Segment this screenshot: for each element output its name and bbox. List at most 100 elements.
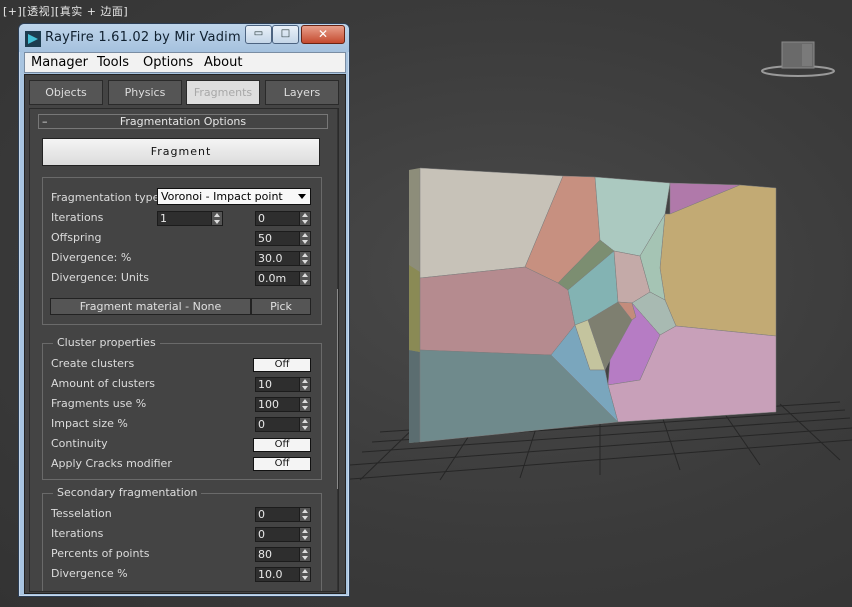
secondary-divergence-spinner[interactable]: 10.0 bbox=[255, 567, 311, 582]
tab-strip: Objects Physics Fragments Layers bbox=[29, 80, 341, 106]
secondary-iterations-value: 0 bbox=[258, 528, 265, 541]
secondary-group: Secondary fragmentation Tesselation 0 It… bbox=[42, 486, 322, 591]
iterations-label: Iterations bbox=[51, 211, 104, 224]
frag-type-value: Voronoi - Impact point bbox=[161, 190, 283, 203]
viewport-label[interactable]: [+][透视][真实 + 边面] bbox=[3, 3, 128, 19]
spinner-arrows-icon[interactable] bbox=[299, 568, 310, 581]
spinner-arrows-icon[interactable] bbox=[299, 378, 310, 391]
fragment-button[interactable]: Fragment bbox=[42, 138, 320, 166]
spinner-arrows-icon[interactable] bbox=[299, 508, 310, 521]
create-clusters-toggle[interactable]: Off bbox=[253, 358, 311, 372]
minimize-icon: ▭ bbox=[253, 28, 264, 39]
viewport-shading-label[interactable]: [真实 + 边面] bbox=[55, 5, 128, 18]
menu-options[interactable]: Options bbox=[143, 55, 193, 70]
tesselation-value: 0 bbox=[258, 508, 265, 521]
viewport-view-label[interactable]: [透视] bbox=[22, 5, 55, 18]
scrollbar[interactable] bbox=[337, 109, 338, 591]
secondary-divergence-value: 10.0 bbox=[258, 568, 283, 581]
offspring-spinner[interactable]: 50 bbox=[255, 231, 311, 246]
spinner-arrows-icon[interactable] bbox=[299, 272, 310, 285]
impact-size-spinner[interactable]: 0 bbox=[255, 417, 311, 432]
continuity-label: Continuity bbox=[51, 437, 108, 450]
iterations-b-spinner[interactable]: 0 bbox=[255, 211, 311, 226]
divergence-units-spinner[interactable]: 0.0m bbox=[255, 271, 311, 286]
close-button[interactable]: ✕ bbox=[301, 25, 345, 44]
spinner-arrows-icon[interactable] bbox=[211, 212, 222, 225]
fragments-use-value: 100 bbox=[258, 398, 279, 411]
menu-manager[interactable]: Manager bbox=[31, 55, 88, 70]
fragments-use-spinner[interactable]: 100 bbox=[255, 397, 311, 412]
spinner-arrows-icon[interactable] bbox=[299, 398, 310, 411]
amount-clusters-label: Amount of clusters bbox=[51, 377, 155, 390]
collapse-icon[interactable]: – bbox=[42, 115, 48, 128]
secondary-divergence-label: Divergence % bbox=[51, 567, 128, 580]
viewcube-icon[interactable] bbox=[760, 36, 836, 80]
frag-type-label: Fragmentation type bbox=[51, 191, 160, 204]
tab-physics[interactable]: Physics bbox=[108, 80, 182, 105]
iterations-a-value: 1 bbox=[160, 212, 167, 225]
tab-layers[interactable]: Layers bbox=[265, 80, 339, 105]
viewport-plus-label[interactable]: [+] bbox=[3, 5, 22, 18]
rollout-area: Fragmentation Options – Fragment Fragmen… bbox=[29, 108, 339, 592]
divergence-units-value: 0.0m bbox=[258, 272, 287, 285]
pick-button[interactable]: Pick bbox=[251, 298, 311, 315]
tesselation-label: Tesselation bbox=[51, 507, 112, 520]
percents-points-spinner[interactable]: 80 bbox=[255, 547, 311, 562]
fragments-use-label: Fragments use % bbox=[51, 397, 147, 410]
tab-objects[interactable]: Objects bbox=[29, 80, 103, 105]
window-title: RayFire 1.61.02 by Mir Vadim bbox=[45, 30, 241, 45]
menu-tools[interactable]: Tools bbox=[97, 55, 129, 70]
spinner-arrows-icon[interactable] bbox=[299, 252, 310, 265]
voronoi-fragments bbox=[419, 167, 777, 443]
rayfire-window: RayFire 1.61.02 by Mir Vadim ▭ □ ✕ Manag… bbox=[18, 23, 350, 597]
maximize-icon: □ bbox=[280, 28, 291, 39]
client-area: Objects Physics Fragments Layers Fragmen… bbox=[24, 74, 346, 594]
spinner-arrows-icon[interactable] bbox=[299, 212, 310, 225]
cluster-group: Cluster properties Create clusters Off A… bbox=[42, 336, 322, 480]
wall-side-lower bbox=[409, 350, 420, 443]
wall-side-mid bbox=[409, 265, 420, 352]
spinner-arrows-icon[interactable] bbox=[299, 548, 310, 561]
spinner-arrows-icon[interactable] bbox=[299, 232, 310, 245]
close-icon: ✕ bbox=[317, 27, 329, 41]
percents-points-label: Percents of points bbox=[51, 547, 150, 560]
tesselation-spinner[interactable]: 0 bbox=[255, 507, 311, 522]
divergence-pct-value: 30.0 bbox=[258, 252, 283, 265]
maximize-button[interactable]: □ bbox=[272, 25, 299, 44]
spinner-arrows-icon[interactable] bbox=[299, 418, 310, 431]
chevron-down-icon bbox=[298, 194, 306, 199]
frag-type-dropdown[interactable]: Voronoi - Impact point bbox=[157, 188, 311, 205]
menu-bar: Manager Tools Options About bbox=[24, 52, 346, 73]
impact-size-label: Impact size % bbox=[51, 417, 128, 430]
offspring-value: 50 bbox=[258, 232, 272, 245]
amount-clusters-value: 10 bbox=[258, 378, 272, 391]
scrollbar-thumb[interactable] bbox=[337, 289, 338, 489]
create-clusters-label: Create clusters bbox=[51, 357, 135, 370]
rollout-header[interactable]: Fragmentation Options – bbox=[38, 114, 328, 129]
title-bar[interactable]: RayFire 1.61.02 by Mir Vadim ▭ □ ✕ bbox=[19, 24, 349, 52]
menu-about[interactable]: About bbox=[204, 55, 242, 70]
divergence-units-label: Divergence: Units bbox=[51, 271, 149, 284]
secondary-legend: Secondary fragmentation bbox=[53, 486, 202, 499]
iterations-a-spinner[interactable]: 1 bbox=[157, 211, 223, 226]
divergence-pct-spinner[interactable]: 30.0 bbox=[255, 251, 311, 266]
fragment-material-button[interactable]: Fragment material - None bbox=[50, 298, 251, 315]
percents-points-value: 80 bbox=[258, 548, 272, 561]
spinner-arrows-icon[interactable] bbox=[299, 528, 310, 541]
secondary-iterations-spinner[interactable]: 0 bbox=[255, 527, 311, 542]
cracks-modifier-toggle[interactable]: Off bbox=[253, 457, 311, 471]
minimize-button[interactable]: ▭ bbox=[245, 25, 272, 44]
cluster-legend: Cluster properties bbox=[53, 336, 160, 349]
divergence-pct-label: Divergence: % bbox=[51, 251, 132, 264]
continuity-toggle[interactable]: Off bbox=[253, 438, 311, 452]
fragmentation-group: Fragmentation type Voronoi - Impact poin… bbox=[42, 177, 322, 325]
rollout-title: Fragmentation Options bbox=[119, 115, 247, 128]
cracks-modifier-label: Apply Cracks modifier bbox=[51, 457, 172, 470]
amount-clusters-spinner[interactable]: 10 bbox=[255, 377, 311, 392]
impact-size-value: 0 bbox=[258, 418, 265, 431]
tab-fragments[interactable]: Fragments bbox=[186, 80, 260, 105]
secondary-iterations-label: Iterations bbox=[51, 527, 104, 540]
offspring-label: Offspring bbox=[51, 231, 102, 244]
iterations-b-value: 0 bbox=[258, 212, 265, 225]
app-icon bbox=[25, 31, 41, 47]
